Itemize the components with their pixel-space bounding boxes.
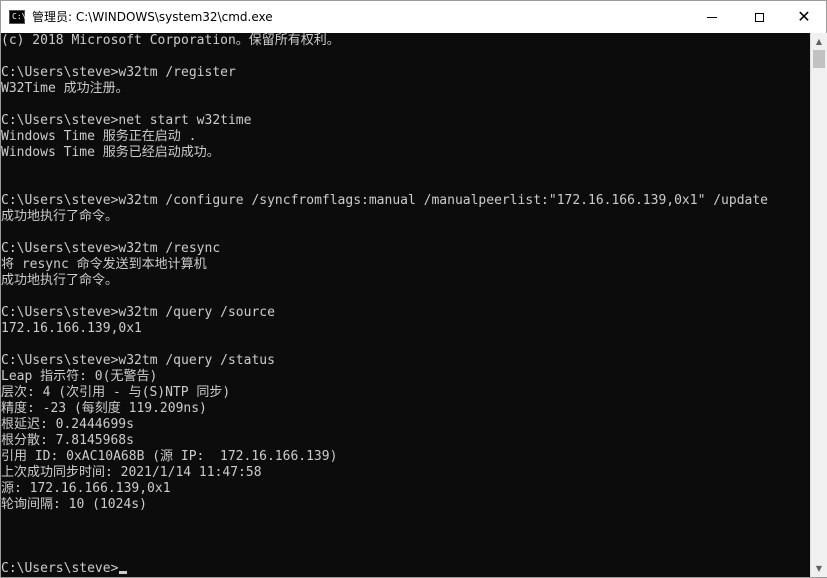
console-line: C:\Users\steve>net start w32time xyxy=(1,113,252,128)
console-line: 轮询间隔: 10 (1024s) xyxy=(1,497,147,512)
cmd-icon-glyph: C:\ xyxy=(12,12,27,21)
title-bar[interactable]: C:\ 管理员: C:\WINDOWS\system32\cmd.exe ✕ xyxy=(1,1,826,33)
text-cursor xyxy=(119,571,128,574)
console-line: Windows Time 服务已经启动成功。 xyxy=(1,145,220,160)
window-title: 管理员: C:\WINDOWS\system32\cmd.exe xyxy=(32,10,273,24)
console-line: C:\Users\steve>w32tm /register xyxy=(1,65,236,80)
console-prompt-line[interactable]: C:\Users\steve> xyxy=(1,561,809,577)
console-line: 精度: -23 (每刻度 119.209ns) xyxy=(1,401,207,416)
console-line: 成功地执行了命令。 xyxy=(1,209,119,224)
console-output[interactable]: (c) 2018 Microsoft Corporation。保留所有权利。 C:… xyxy=(1,33,809,577)
cmd-window: C:\ 管理员: C:\WINDOWS\system32\cmd.exe ✕ (… xyxy=(0,0,827,578)
console-line: 将 resync 命令发送到本地计算机 xyxy=(1,257,207,272)
console-line: 根延迟: 0.2444699s xyxy=(1,417,134,432)
console-line: Leap 指示符: 0(无警告) xyxy=(1,369,158,384)
console-prompt: C:\Users\steve> xyxy=(1,561,119,576)
console-line: (c) 2018 Microsoft Corporation。保留所有权利。 xyxy=(1,33,340,48)
minimize-icon xyxy=(707,16,717,18)
scroll-thumb[interactable] xyxy=(813,50,825,68)
scroll-down-arrow-icon[interactable]: ▼ xyxy=(811,560,827,577)
close-button[interactable]: ✕ xyxy=(781,1,827,33)
console-line: 成功地执行了命令。 xyxy=(1,273,119,288)
console-line: 根分散: 7.8145968s xyxy=(1,433,134,448)
console-line: 源: 172.16.166.139,0x1 xyxy=(1,481,171,496)
console-line: W32Time 成功注册。 xyxy=(1,81,129,96)
console-line: 172.16.166.139,0x1 xyxy=(1,321,142,336)
console-line: Windows Time 服务正在启动 . xyxy=(1,129,197,144)
console-line: C:\Users\steve>w32tm /query /status xyxy=(1,353,275,368)
console-line: 引用 ID: 0xAC10A68B (源 IP: 172.16.166.139) xyxy=(1,449,338,464)
scroll-up-arrow-icon[interactable]: ▲ xyxy=(811,33,827,50)
maximize-button[interactable] xyxy=(736,1,782,33)
console-line: C:\Users\steve>w32tm /configure /syncfro… xyxy=(1,193,769,208)
cmd-icon[interactable]: C:\ xyxy=(9,10,27,24)
console-line: C:\Users\steve>w32tm /resync xyxy=(1,241,221,256)
console-line: C:\Users\steve>w32tm /query /source xyxy=(1,305,275,320)
console-line: 层次: 4 (次引用 - 与(S)NTP 同步) xyxy=(1,385,231,400)
minimize-button[interactable] xyxy=(689,1,735,33)
maximize-icon xyxy=(754,12,764,22)
console-line: 上次成功同步时间: 2021/1/14 11:47:58 xyxy=(1,465,262,480)
vertical-scrollbar[interactable]: ▲ ▼ xyxy=(810,33,827,577)
close-icon: ✕ xyxy=(797,7,811,26)
